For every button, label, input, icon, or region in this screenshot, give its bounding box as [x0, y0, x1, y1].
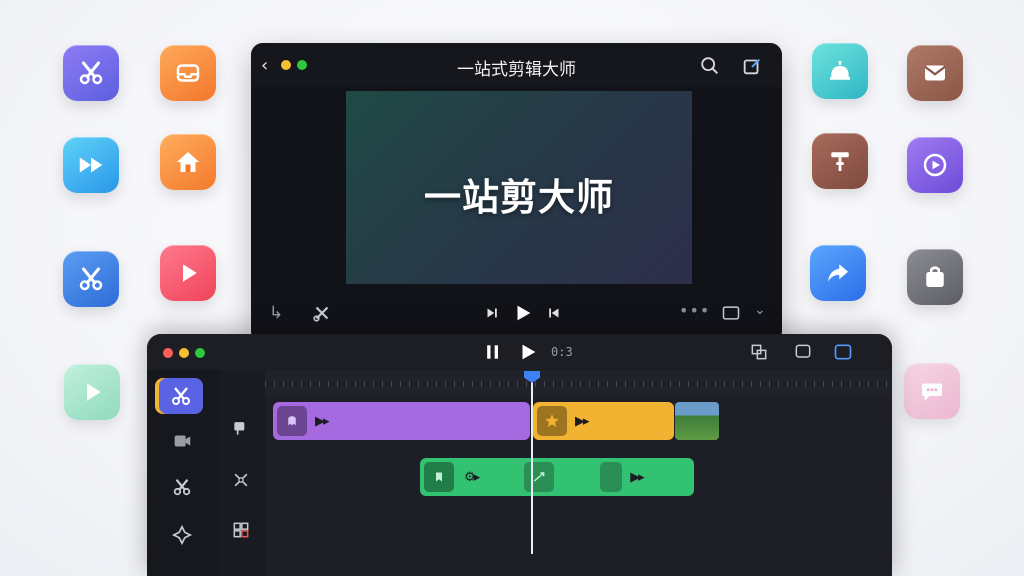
share-app-icon[interactable]: [810, 245, 866, 301]
tool-sidebar: [147, 370, 219, 576]
clip-segment-thumbnail: [600, 462, 623, 492]
video-clip-purple[interactable]: ▶▸: [273, 402, 530, 440]
video-caption: 一站剪大师: [424, 176, 614, 219]
clip-thumbnail: [424, 462, 454, 492]
video-preview[interactable]: 一站剪大师: [346, 91, 692, 284]
play-icon: [183, 264, 197, 282]
clip-gear-arrows: ⚙▸: [464, 469, 480, 485]
playhead-line[interactable]: [531, 372, 533, 554]
tools-icon[interactable]: [311, 302, 333, 328]
scissors-icon: [79, 267, 103, 291]
clip-play-arrows: ▶▸: [575, 413, 589, 429]
more-icon[interactable]: •••: [679, 301, 710, 320]
fast-forward-icon: [79, 157, 103, 173]
bell-app-icon[interactable]: [812, 43, 868, 99]
trim-icon: [831, 152, 849, 171]
clip-play-arrows: ▶▸: [630, 469, 644, 485]
export-icon[interactable]: [749, 342, 769, 366]
mail-icon: [924, 65, 946, 81]
pause-icon[interactable]: [483, 342, 503, 366]
editor-toolbar: 0:3: [147, 334, 892, 370]
play-circle-app-icon[interactable]: [907, 137, 963, 193]
video-clip-thumbnail[interactable]: [675, 402, 719, 440]
transition-track-icon[interactable]: [231, 470, 251, 494]
video-track: ▶▸ ▶▸: [265, 402, 892, 448]
next-frame-icon[interactable]: [545, 304, 563, 326]
bag-app-icon[interactable]: [907, 249, 963, 305]
previous-frame-icon[interactable]: [483, 304, 501, 326]
fast-forward-app-icon[interactable]: [63, 137, 119, 193]
scissors-icon: [172, 387, 190, 405]
star-icon: [537, 406, 567, 436]
rotate-icon[interactable]: ↳: [269, 303, 283, 323]
scissors-icon: [79, 61, 103, 85]
home-icon: [176, 152, 200, 172]
play-icon[interactable]: [517, 341, 539, 367]
preview-controls: ↳ ••• ⌄: [251, 293, 782, 333]
timecode-display: 0:3: [551, 345, 573, 359]
effects-tool-icon[interactable]: [171, 524, 193, 550]
play-circle-icon: [923, 153, 947, 177]
audio-track-icon[interactable]: [231, 418, 251, 442]
video-clip-yellow[interactable]: ▶▸: [533, 402, 674, 440]
timeline-editor-window: 0:3 ▶▸ ▶▸ ⚙▸ ▶▸: [147, 334, 892, 576]
preview-titlebar: ‹ 一站式剪辑大师: [251, 43, 782, 87]
cut-tool-button[interactable]: [159, 378, 203, 414]
share-arrow-icon: [828, 264, 848, 282]
window-minimize-dot[interactable]: [179, 348, 189, 358]
fullscreen-icon[interactable]: [833, 342, 853, 366]
chevron-down-icon[interactable]: ⌄: [754, 302, 766, 318]
play-icon: [87, 383, 101, 401]
trim-app-icon[interactable]: [812, 133, 868, 189]
play-icon[interactable]: [512, 302, 534, 328]
chat-app-icon[interactable]: [904, 363, 960, 419]
audio-track: ⚙▸ ▶▸: [265, 458, 892, 504]
scissors-blue-app-icon[interactable]: [63, 251, 119, 307]
layout-track-icon[interactable]: [231, 520, 251, 544]
comment-icon[interactable]: [793, 342, 813, 366]
chat-icon: [922, 383, 942, 401]
timeline-tracks[interactable]: ▶▸ ▶▸ ⚙▸ ▶▸: [265, 370, 892, 576]
window-maximize-dot[interactable]: [195, 348, 205, 358]
scissors-app-icon[interactable]: [63, 45, 119, 101]
edit-icon[interactable]: [741, 55, 763, 81]
audio-clip-green[interactable]: ⚙▸ ▶▸: [420, 458, 694, 496]
bag-icon: [926, 266, 944, 287]
bell-icon: [830, 61, 850, 80]
media-tool-icon[interactable]: [171, 430, 193, 456]
play-red-app-icon[interactable]: [160, 245, 216, 301]
time-ruler[interactable]: [265, 370, 892, 398]
clip-play-arrows: ▶▸: [315, 413, 329, 429]
window-close-dot[interactable]: [163, 348, 173, 358]
inbox-icon: [176, 64, 200, 82]
play-mint-app-icon[interactable]: [64, 364, 120, 420]
mail-app-icon[interactable]: [907, 45, 963, 101]
aspect-ratio-icon[interactable]: [721, 303, 741, 327]
clip-keyframe-thumbnail: [524, 462, 555, 492]
search-icon[interactable]: [699, 55, 721, 81]
track-headers: [219, 370, 265, 576]
home-app-icon[interactable]: [160, 134, 216, 190]
clip-thumbnail: [277, 406, 307, 436]
scissors-tool-icon[interactable]: [171, 476, 193, 502]
inbox-app-icon[interactable]: [160, 45, 216, 101]
